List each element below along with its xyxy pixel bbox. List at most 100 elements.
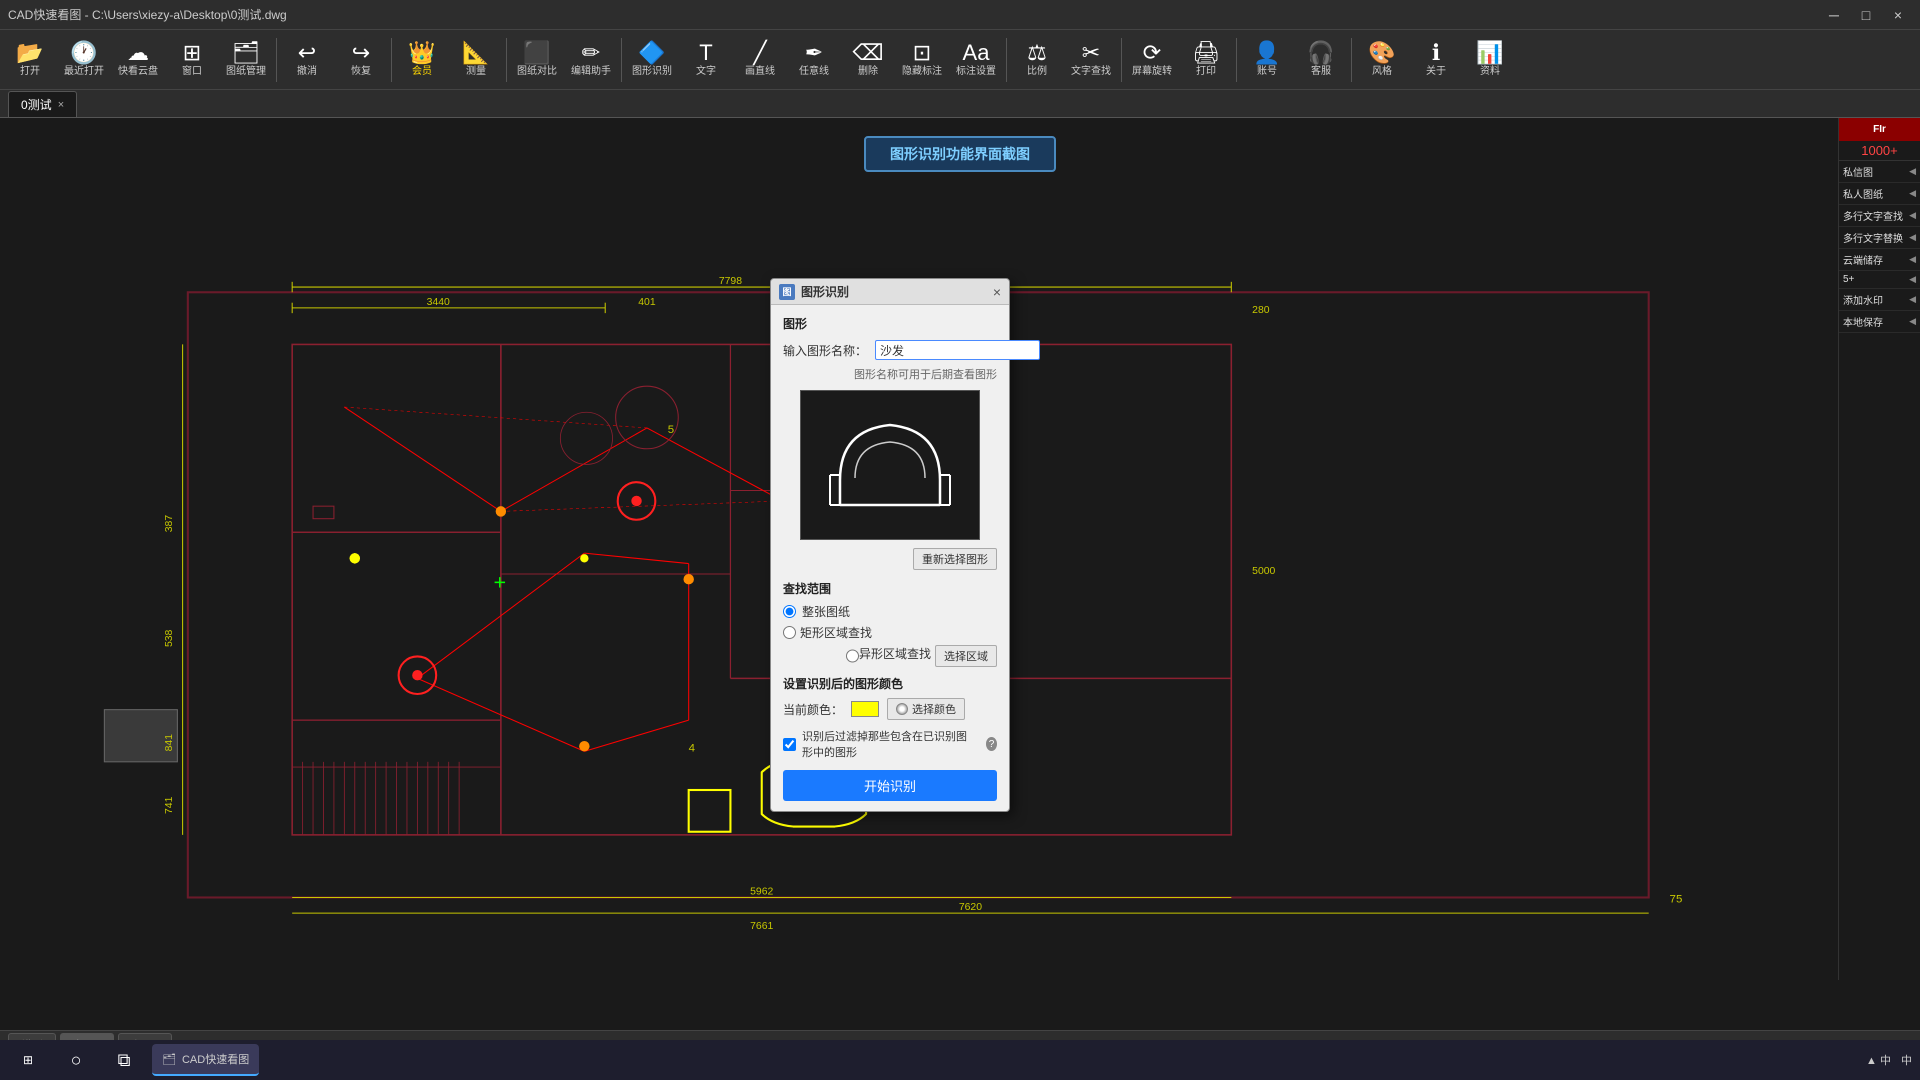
filter-checkbox-row: 识别后过滤掉那些包含在已识别图形中的图形 ? — [783, 728, 997, 760]
search-button[interactable]: ○ — [56, 1044, 96, 1076]
dialog-title-text: 图形识别 — [801, 283, 849, 300]
taskview-button[interactable]: ⧉ — [104, 1044, 144, 1076]
right-sidebar-panel: FIr 1000+ 私信图 ◀ 私人图纸 ◀ 多行文字查找 ◀ 多行文字替换 ◀… — [1838, 118, 1920, 980]
sidebar-item-2[interactable]: 私人图纸 ◀ — [1839, 183, 1920, 205]
sidebar-item-4[interactable]: 多行文字替换 ◀ — [1839, 227, 1920, 249]
restore-button[interactable]: □ — [1852, 5, 1880, 25]
toolbar-item-edithelper[interactable]: ✏编辑助手 — [565, 33, 617, 87]
name-label: 输入图形名称： — [783, 342, 867, 359]
about-icon: ℹ — [1432, 42, 1440, 64]
select-area-button[interactable]: 选择区域 — [935, 645, 997, 667]
select-color-label: 选择颜色 — [912, 701, 956, 717]
filter-checkbox[interactable] — [783, 738, 796, 751]
toolbar-item-about[interactable]: ℹ关于 — [1410, 33, 1462, 87]
toolbar-item-theme[interactable]: 🎨风格 — [1356, 33, 1408, 87]
sidebar-item-1[interactable]: 私信图 ◀ — [1839, 161, 1920, 183]
arrow-icon: ◀ — [1909, 188, 1916, 199]
redo-icon: ↪ — [352, 42, 370, 64]
undo-icon: ↩ — [298, 42, 316, 64]
radio-rect-area[interactable] — [783, 626, 796, 639]
toolbar-item-labelstyle[interactable]: Aa标注设置 — [950, 33, 1002, 87]
name-hint: 图形名称可用于后期查看图形 — [783, 366, 997, 382]
start-button[interactable]: ⊞ — [8, 1044, 48, 1076]
dialog-close-button[interactable]: × — [993, 285, 1001, 299]
radio-irregular-label[interactable]: 异形区域查找 — [859, 645, 931, 667]
sidebar-item-7[interactable]: 本地保存 ◀ — [1839, 311, 1920, 333]
toolbar-item-print[interactable]: 🖨打印 — [1180, 33, 1232, 87]
current-color-swatch[interactable] — [851, 701, 879, 717]
toolbar-item-scale[interactable]: ⚖比例 — [1011, 33, 1063, 87]
svg-text:7798: 7798 — [719, 276, 742, 287]
toolbar-item-freeline[interactable]: ✒任意线 — [788, 33, 840, 87]
cloud-icon: ☁ — [127, 42, 149, 64]
toolbar-item-textcrop[interactable]: ✂文字查找 — [1065, 33, 1117, 87]
radio-rect-label[interactable]: 矩形区域查找 — [800, 624, 872, 641]
select-color-button[interactable]: 选择颜色 — [887, 698, 965, 720]
freeline-icon: ✒ — [805, 42, 823, 64]
hidestandard-icon: ⊡ — [913, 42, 931, 64]
toolbar-item-text[interactable]: T文字 — [680, 33, 732, 87]
minimize-button[interactable]: ─ — [1820, 5, 1848, 25]
tab-label: 0测试 — [21, 96, 52, 113]
labelstyle-icon: Aa — [963, 42, 990, 64]
toolbar-item-screenrotate[interactable]: ⟳屏幕旋转 — [1126, 33, 1178, 87]
sidebar-item-number[interactable]: 5+ ◀ — [1839, 271, 1920, 289]
drawings-icon: 🗂 — [232, 42, 260, 64]
toolbar-item-hidestandard[interactable]: ⊡隐藏标注 — [896, 33, 948, 87]
toolbar-item-cloud[interactable]: ☁快看云盘 — [112, 33, 164, 87]
radio-irregular-area[interactable] — [846, 645, 859, 667]
app-icon: 🗂 — [162, 1053, 176, 1066]
toolbar-item-account[interactable]: 👤账号 — [1241, 33, 1293, 87]
svg-text:387: 387 — [164, 515, 175, 533]
help-icon[interactable]: ? — [986, 737, 997, 751]
toolbar-item-drawings[interactable]: 🗂图纸管理 — [220, 33, 272, 87]
toolbar-separator — [506, 38, 507, 82]
toolbar-item-window[interactable]: ⊞窗口 — [166, 33, 218, 87]
toolbar-separator — [1236, 38, 1237, 82]
radio-whole-label[interactable]: 整张图纸 — [802, 603, 850, 620]
svg-text:841: 841 — [164, 734, 175, 752]
arrow-icon: ◀ — [1909, 254, 1916, 265]
arrow-icon: ◀ — [1909, 274, 1916, 285]
arrow-icon: ◀ — [1909, 294, 1916, 305]
toolbar-item-undo[interactable]: ↩撤消 — [281, 33, 333, 87]
toolbar-item-open[interactable]: 📂打开 — [4, 33, 56, 87]
color-setting-title: 设置识别后的图形颜色 — [783, 675, 997, 692]
print-icon: 🖨 — [1192, 42, 1220, 64]
radio-whole-drawing[interactable] — [783, 605, 796, 618]
toolbar-item-vip[interactable]: 👑会员 — [396, 33, 448, 87]
sidebar-item-6[interactable]: 添加水印 ◀ — [1839, 289, 1920, 311]
reselect-shape-button[interactable]: 重新选择图形 — [913, 548, 997, 570]
toolbar-item-data[interactable]: 📊资料 — [1464, 33, 1516, 87]
close-button[interactable]: × — [1884, 5, 1912, 25]
arrow-icon: ◀ — [1909, 166, 1916, 177]
tab-0ceshi[interactable]: 0测试 × — [8, 91, 77, 117]
measure-icon: 📐 — [462, 42, 489, 64]
search-icon: ○ — [71, 1050, 82, 1071]
toolbar-item-service[interactable]: 🎧客服 — [1295, 33, 1347, 87]
open-icon: 📂 — [16, 42, 43, 64]
svg-text:5: 5 — [668, 424, 674, 436]
sidebar-item-3[interactable]: 多行文字查找 ◀ — [1839, 205, 1920, 227]
windows-taskbar: ⊞ ○ ⧉ 🗂 CAD快速看图 ▲ 中 中 — [0, 1040, 1920, 1080]
toolbar-item-drawline[interactable]: ╱画直线 — [734, 33, 786, 87]
toolbar-item-recent[interactable]: 🕐最近打开 — [58, 33, 110, 87]
toolbar-item-shaperecog[interactable]: 🔷图形识别 — [626, 33, 678, 87]
drawline-icon: ╱ — [753, 42, 766, 64]
shape-preview-svg — [810, 400, 970, 530]
sidebar-item-5[interactable]: 云端储存 ◀ — [1839, 249, 1920, 271]
toolbar-item-erase[interactable]: ⌫删除 — [842, 33, 894, 87]
svg-text:7661: 7661 — [750, 921, 773, 932]
sidebar-header[interactable]: FIr — [1839, 118, 1920, 141]
toolbar-item-redo[interactable]: ↪恢复 — [335, 33, 387, 87]
filter-checkbox-label[interactable]: 识别后过滤掉那些包含在已识别图形中的图形 — [802, 728, 976, 760]
toolbar-item-measure[interactable]: 📐测量 — [450, 33, 502, 87]
cad-taskbar-app[interactable]: 🗂 CAD快速看图 — [152, 1044, 259, 1076]
start-recognition-button[interactable]: 开始识别 — [783, 770, 997, 801]
toolbar-item-compare[interactable]: ⬛图纸对比 — [511, 33, 563, 87]
app-label: CAD快速看图 — [182, 1051, 249, 1067]
system-time: 中 — [1901, 1052, 1912, 1068]
canvas-area[interactable]: 7798 3440 401 280 387 538 841 741 5962 7… — [0, 118, 1920, 1030]
shape-name-input[interactable] — [875, 340, 1040, 360]
tab-close-icon[interactable]: × — [58, 99, 64, 111]
